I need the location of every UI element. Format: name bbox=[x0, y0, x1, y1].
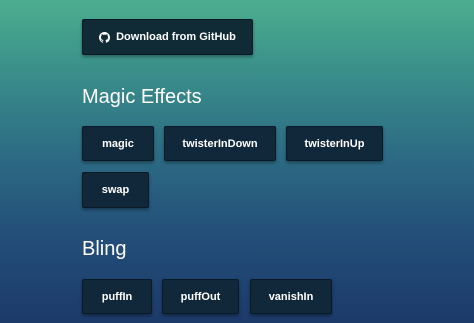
effect-button-vanishin[interactable]: vanishIn bbox=[250, 279, 332, 314]
section-title-magic-effects: Magic Effects bbox=[82, 86, 202, 108]
section-title-bling: Bling bbox=[82, 238, 127, 260]
effect-button-swap[interactable]: swap bbox=[82, 172, 149, 208]
effect-button-puffin[interactable]: puffIn bbox=[82, 279, 152, 314]
effect-button-magic[interactable]: magic bbox=[82, 126, 154, 161]
effect-button-puffout[interactable]: puffOut bbox=[162, 279, 239, 314]
effect-button-twisterinup[interactable]: twisterInUp bbox=[286, 126, 383, 161]
download-github-button[interactable]: Download from GitHub bbox=[82, 19, 253, 55]
github-icon bbox=[99, 31, 111, 43]
effect-button-twisterindown[interactable]: twisterInDown bbox=[164, 126, 276, 161]
download-github-label: Download from GitHub bbox=[116, 31, 236, 43]
